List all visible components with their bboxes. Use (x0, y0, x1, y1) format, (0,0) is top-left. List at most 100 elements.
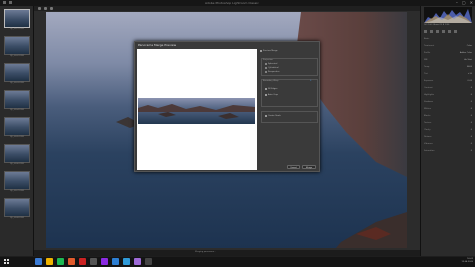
radio-icon (265, 63, 267, 65)
filmstrip-thumbnail[interactable] (4, 117, 30, 136)
taskbar-app-icon[interactable] (90, 258, 97, 265)
filmstrip-thumbnail[interactable] (4, 90, 30, 109)
status-bar (34, 250, 420, 256)
row-label: Contrast (424, 87, 433, 89)
taskbar-app-icon[interactable] (46, 258, 53, 265)
histogram (424, 7, 472, 23)
panel-row[interactable]: Tint +10 (424, 73, 472, 76)
panel-row[interactable]: Highlights 0 (424, 94, 472, 97)
panel-row[interactable]: WB As Shot (424, 59, 472, 62)
thumbnail-caption: DJI_0008.DNG (9, 217, 25, 219)
filmstrip-thumbnail[interactable] (4, 36, 30, 55)
filmstrip-thumbnail[interactable] (4, 198, 30, 217)
row-label: Tint (424, 73, 428, 75)
row-value: Adobe Color (459, 52, 472, 54)
brush-icon[interactable] (454, 30, 457, 33)
merge-button[interactable]: Merge (302, 165, 316, 169)
preview-merge-option[interactable]: Preview Merge (260, 50, 278, 52)
spot-removal-icon[interactable] (430, 30, 433, 33)
crop-icon[interactable] (424, 30, 427, 33)
row-value: 0 (470, 87, 472, 89)
filmstrip-thumbnail[interactable] (4, 144, 30, 163)
title-icons (3, 1, 12, 5)
panel-row[interactable]: Vibrance 0 (424, 143, 472, 146)
thumbnail-caption: DJI_0006.DNG (9, 163, 25, 165)
thumbnail-caption: DJI_0005.DNG (9, 136, 25, 138)
fill-edges-option[interactable]: Fill Edges (265, 88, 277, 90)
row-label: Basic (424, 38, 430, 40)
app-icon (3, 1, 6, 4)
create-stack-option[interactable]: Create Stack (265, 115, 281, 117)
toolbar-icons (38, 7, 53, 10)
filmstrip-thumbnail[interactable] (4, 63, 30, 82)
row-label: Profile (424, 52, 431, 54)
panel-row[interactable]: Treatment Color (424, 45, 472, 48)
loupe-icon[interactable] (44, 7, 47, 10)
taskbar-app-icon[interactable] (57, 258, 64, 265)
red-eye-icon[interactable] (436, 30, 439, 33)
photo-info: ISO 100 24mm f/2.8 1/50 (424, 24, 450, 26)
panel-row[interactable]: Blacks 0 (424, 115, 472, 118)
taskbar-apps (13, 258, 152, 265)
taskbar-app-icon[interactable] (145, 258, 152, 265)
option-label: Create Stack (268, 115, 281, 117)
panel-row[interactable]: Whites 0 (424, 108, 472, 111)
thumbnail-caption: DJI_0004.DNG (9, 109, 25, 111)
projection-group: Projection Spherical Cylindrical Perspec… (261, 58, 318, 76)
compare-icon[interactable] (50, 7, 53, 10)
filmstrip-thumbnail[interactable] (4, 171, 30, 190)
cancel-button[interactable]: Cancel (287, 165, 300, 169)
filmstrip-thumbnail[interactable] (4, 9, 30, 28)
panel-row[interactable]: Clarity 0 (424, 129, 472, 132)
row-label: Clarity (424, 129, 431, 131)
projection-spherical[interactable]: Spherical (265, 63, 277, 65)
panel-row[interactable]: Temp 5400 (424, 66, 472, 69)
row-label: Exposure (424, 80, 434, 82)
panel-row[interactable]: Profile Adobe Color (424, 52, 472, 55)
row-value: 0 (470, 143, 472, 145)
boundary-warp-value: 0 (310, 80, 312, 82)
row-label: Whites (424, 108, 431, 110)
auto-crop-option[interactable]: Auto Crop (265, 94, 278, 96)
row-value: 0 (470, 108, 472, 110)
checkbox-icon (265, 115, 267, 117)
row-label: Dehaze (424, 136, 432, 138)
panel-row[interactable]: Exposure 0.00 (424, 80, 472, 83)
clock-date: 12.04.2020 (461, 261, 473, 263)
taskbar-app-icon[interactable] (35, 258, 42, 265)
row-label: Vibrance (424, 143, 433, 145)
checkbox-icon (265, 94, 267, 96)
panel-row[interactable]: Texture 0 (424, 122, 472, 125)
projection-cylindrical[interactable]: Cylindrical (265, 67, 279, 69)
panel-row[interactable]: Dehaze 0 (424, 136, 472, 139)
panel-row[interactable]: Contrast 0 (424, 87, 472, 90)
tool-strip (424, 30, 457, 33)
panel-row[interactable]: Shadows 0 (424, 101, 472, 104)
graduated-filter-icon[interactable] (442, 30, 445, 33)
row-value: 0 (470, 101, 472, 103)
row-label: Temp (424, 66, 430, 68)
taskbar-app-icon[interactable] (123, 258, 130, 265)
taskbar-app-icon[interactable] (68, 258, 75, 265)
row-value: 0 (470, 94, 472, 96)
row-label: WB (424, 59, 428, 61)
taskbar-app-icon[interactable] (79, 258, 86, 265)
panel-row[interactable]: Basic (424, 38, 472, 41)
row-value: 0 (470, 115, 472, 117)
radial-filter-icon[interactable] (448, 30, 451, 33)
projection-perspective[interactable]: Perspective (265, 71, 280, 73)
grid-icon[interactable] (38, 7, 41, 10)
row-value: 0 (470, 129, 472, 131)
dialog-options: Preview Merge Projection Spherical Cylin… (259, 49, 319, 170)
menu-icon[interactable] (9, 1, 12, 4)
row-value: 0 (470, 136, 472, 138)
thumbnail-caption: DJI_0002.DNG (9, 55, 25, 57)
thumbnail-caption: DJI_0001.DNG (9, 28, 25, 30)
taskbar-app-icon[interactable] (101, 258, 108, 265)
taskbar-app-icon[interactable] (112, 258, 119, 265)
panorama-preview-image (138, 98, 255, 124)
row-value: +10 (467, 73, 472, 75)
panel-row[interactable]: Saturation 0 (424, 150, 472, 153)
start-icon[interactable] (4, 259, 9, 264)
taskbar-app-icon[interactable] (134, 258, 141, 265)
